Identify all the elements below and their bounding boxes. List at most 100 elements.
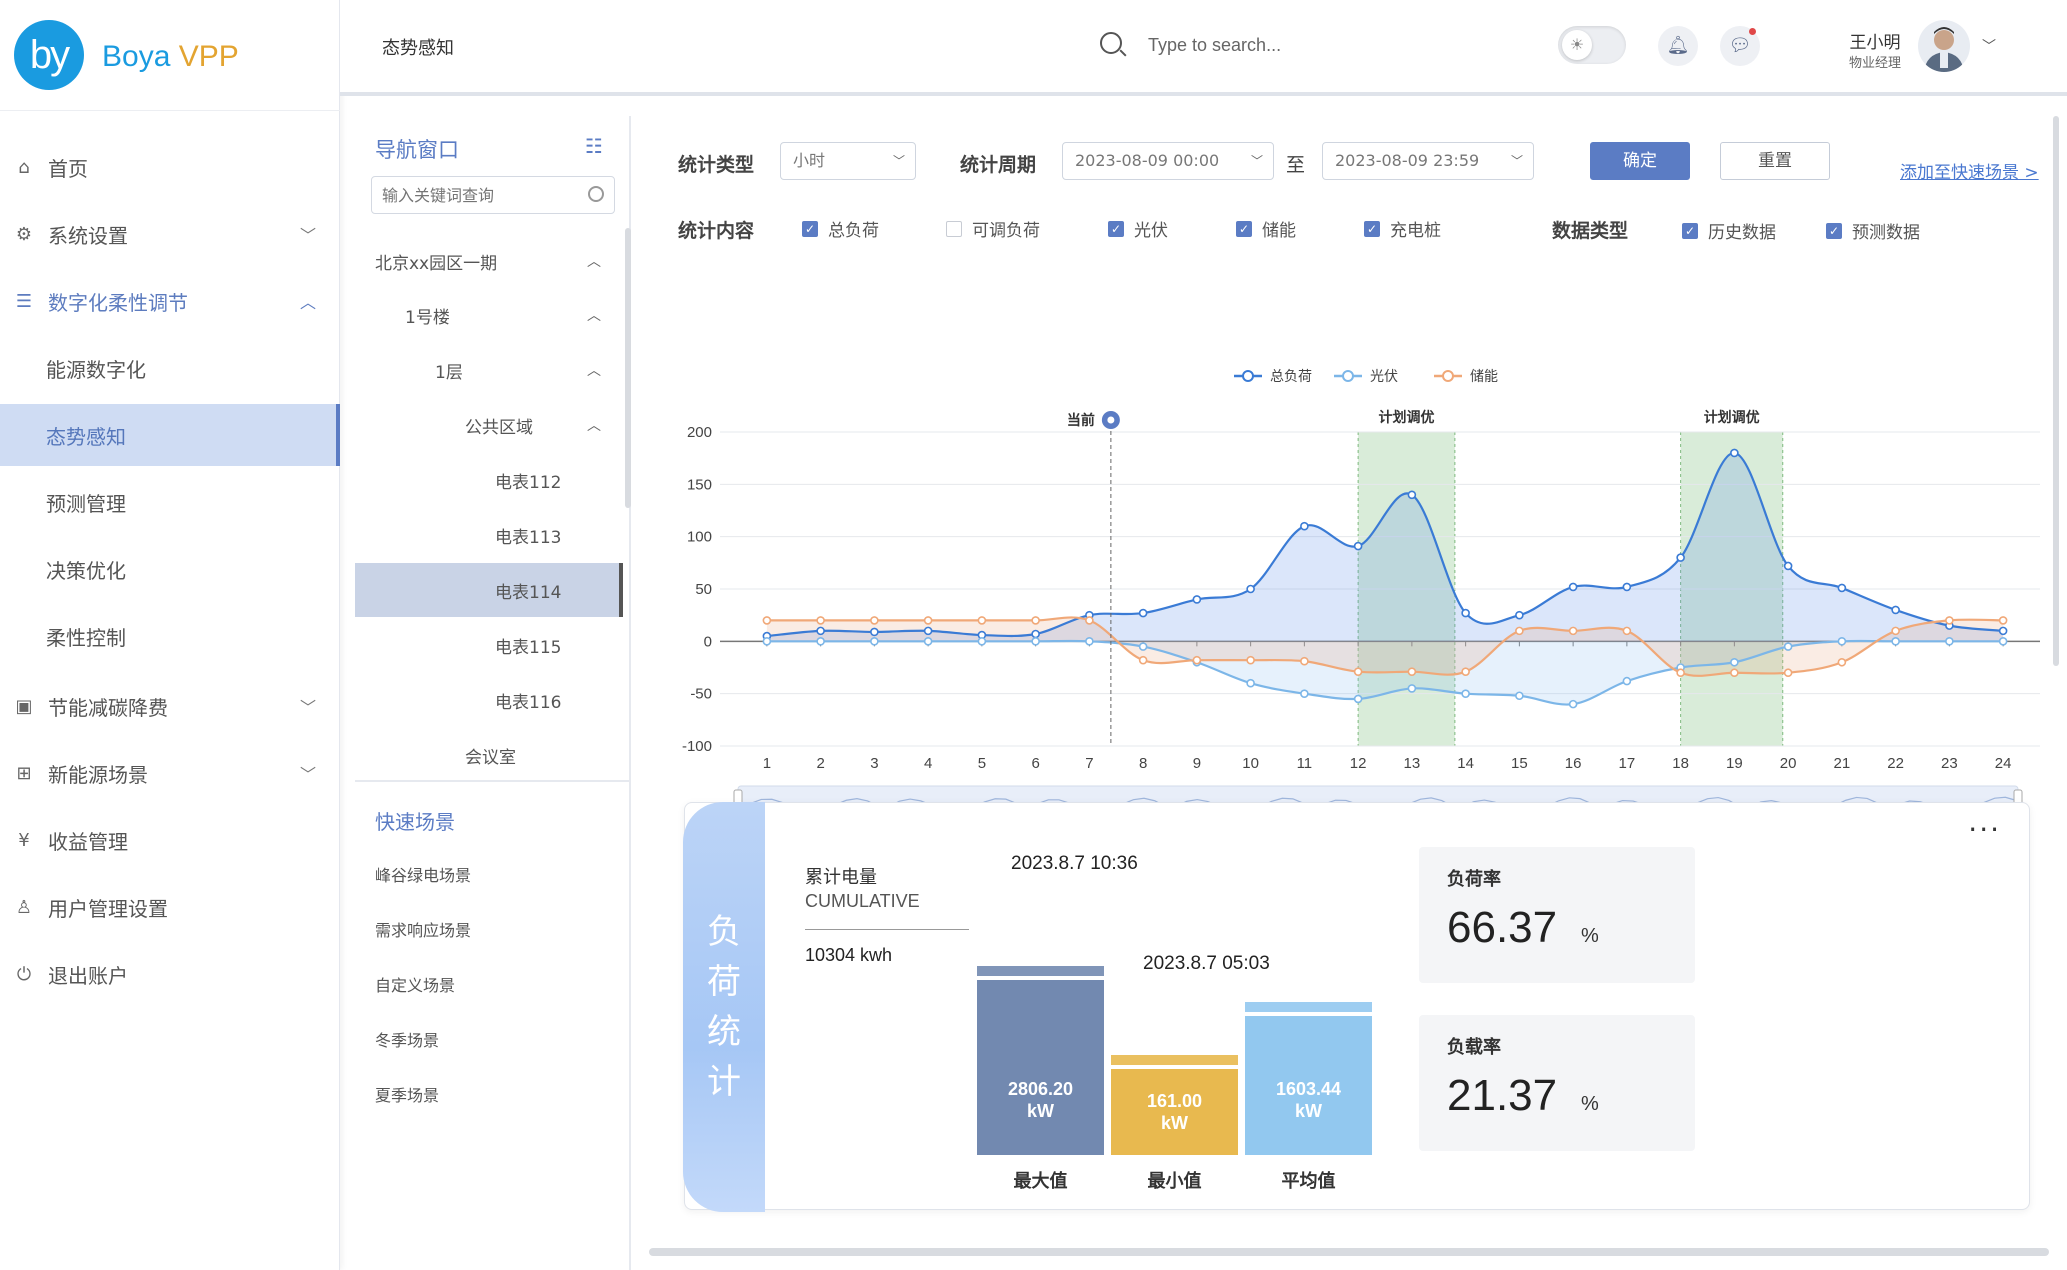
data-point <box>1568 626 1578 636</box>
sidebar-item-revenue[interactable]: ¥ 收益管理 <box>0 809 340 871</box>
unread-dot <box>1749 28 1756 35</box>
tree-node-meter-112[interactable]: 电表112 <box>355 453 623 507</box>
chevron-down-icon: ﹀ <box>299 698 316 717</box>
data-point <box>870 616 879 625</box>
data-point <box>762 637 772 646</box>
sidebar-item-logout[interactable]: ⏻ 退出账户 <box>0 943 340 1005</box>
bar-label: 平均值 <box>1281 1171 1336 1192</box>
data-point <box>1622 626 1632 636</box>
checkbox-forecast-data[interactable]: ✓ 预测数据 <box>1826 218 1920 243</box>
legend-marker <box>1442 370 1454 382</box>
checkbox-history-data[interactable]: ✓ 历史数据 <box>1682 218 1776 243</box>
brand-name: Boya VPP <box>102 40 239 73</box>
search-icon[interactable] <box>1100 32 1122 54</box>
checkbox-total-load[interactable]: ✓ 总负荷 <box>802 216 879 241</box>
current-label: 当前 <box>1067 412 1095 428</box>
load-stats-card: 负荷统计 ··· 累计电量 CUMULATIVE 10304 kwh 2023.… <box>683 802 2030 1212</box>
data-point <box>1730 668 1739 678</box>
tree-search-field[interactable] <box>371 176 615 214</box>
data-point <box>1783 561 1793 571</box>
horizontal-scrollbar[interactable] <box>649 1248 2049 1256</box>
sidebar-item-digital-flex[interactable]: ☰ 数字化柔性调节 ︿ <box>0 270 340 332</box>
tree-node-meter-116[interactable]: 电表116 <box>355 673 623 727</box>
main-scrollbar[interactable] <box>2053 116 2059 666</box>
quick-scene-item[interactable]: 需求响应场景 <box>375 917 471 941</box>
chevron-down-icon: ﹀ <box>892 154 905 168</box>
x-tick-label: 16 <box>1565 755 1582 772</box>
data-point <box>1622 676 1632 686</box>
power-icon: ⏻ <box>16 963 32 985</box>
data-point <box>1891 637 1900 646</box>
sidebar-item-flex-control[interactable]: 柔性控制 <box>0 605 340 667</box>
tree-node-meter-114[interactable]: 电表114 <box>355 563 623 617</box>
sidebar-item-home[interactable]: ⌂ 首页 <box>0 136 340 198</box>
legend-marker <box>1342 370 1354 382</box>
tree-search-input[interactable] <box>372 177 572 213</box>
reset-button[interactable]: 重置 <box>1720 142 1830 180</box>
y-tick-label: -50 <box>690 686 712 703</box>
x-tick-label: 1 <box>763 755 771 772</box>
quick-scene-item[interactable]: 峰谷绿电场景 <box>375 862 471 886</box>
plan-band-label: 计划调优 <box>1704 409 1760 425</box>
sidebar-item-system-settings[interactable]: ⚙ 系统设置 ﹀ <box>0 203 340 265</box>
sidebar-item-situation-awareness[interactable]: 态势感知 <box>0 404 340 466</box>
sidebar-item-new-energy[interactable]: ⊞ 新能源场景 ﹀ <box>0 742 340 804</box>
sidebar-item-forecast[interactable]: 预测管理 <box>0 471 340 533</box>
search-input[interactable]: Type to search... <box>1148 35 1281 56</box>
x-tick-label: 19 <box>1726 755 1743 772</box>
data-type-label: 数据类型 <box>1552 220 1629 242</box>
avatar[interactable] <box>1918 20 1970 72</box>
nav-window-title: 导航窗口 <box>375 138 459 162</box>
tree-node-floor[interactable]: 1层 ︿ <box>355 343 623 397</box>
quick-scene-item[interactable]: 夏季场景 <box>375 1082 439 1106</box>
tree-node-building[interactable]: 1号楼 ︿ <box>355 288 623 342</box>
bar-cap <box>977 966 1104 976</box>
checkbox-adjustable-load[interactable]: 可调负荷 <box>946 216 1040 241</box>
tree-scrollbar[interactable] <box>625 228 631 508</box>
load-chart[interactable]: 计划调优 计划调优200150100500-50-1001 2 3 4 5 6 7 8 9 10 11… <box>634 256 2054 856</box>
x-tick-label: 7 <box>1085 755 1093 772</box>
sidebar-item-energy-digital[interactable]: 能源数字化 <box>0 337 340 399</box>
notification-button[interactable]: 🔔︎ <box>1658 26 1698 66</box>
sidebar-item-decision[interactable]: 决策优化 <box>0 538 340 600</box>
tree-node-meter-115[interactable]: 电表115 <box>355 618 623 672</box>
main-content: 统计类型 小时 ﹀ 统计周期 2023-08-09 00:00 ﹀ 至 2023-0… <box>634 96 2067 1270</box>
theme-toggle[interactable]: ☀ <box>1558 26 1626 64</box>
x-tick-label: 17 <box>1619 755 1636 772</box>
quick-scene-item[interactable]: 自定义场景 <box>375 972 455 996</box>
quick-scene-item[interactable]: 冬季场景 <box>375 1027 439 1051</box>
chevron-down-icon: ﹀ <box>299 226 316 245</box>
cumulative-title: 累计电量 <box>805 867 877 888</box>
more-icon[interactable]: ··· <box>1968 813 2001 846</box>
tree-node-park[interactable]: 北京xx园区一期 ︿ <box>355 234 623 288</box>
x-tick-label: 20 <box>1780 755 1797 772</box>
collapse-icon[interactable]: ☷ <box>585 134 603 158</box>
message-button[interactable]: 💬︎ <box>1720 26 1760 66</box>
period-end-select[interactable]: 2023-08-09 23:59 ﹀ <box>1322 142 1534 180</box>
bar-cap <box>1245 1002 1372 1012</box>
data-point <box>1783 668 1793 678</box>
data-point <box>1998 637 2008 646</box>
checkbox-storage[interactable]: ✓ 储能 <box>1236 216 1296 241</box>
tree-node-meeting-room[interactable]: 会议室 <box>355 728 623 782</box>
sidebar-item-energy-saving[interactable]: ▣ 节能减碳降费 ﹀ <box>0 675 340 737</box>
period-start-select[interactable]: 2023-08-09 00:00 ﹀ <box>1062 142 1274 180</box>
gear-icon: ⚙ <box>15 223 33 245</box>
checkbox-charging-pile[interactable]: ✓ 充电桩 <box>1364 216 1441 241</box>
current-marker-dot <box>1107 416 1115 424</box>
cumulative-subtitle: CUMULATIVE <box>805 891 920 911</box>
data-point <box>1300 656 1309 666</box>
tree-node-meter-113[interactable]: 电表113 <box>355 508 623 562</box>
checkbox-pv[interactable]: ✓ 光伏 <box>1108 216 1168 241</box>
data-point <box>1192 655 1202 665</box>
add-quick-scene-link[interactable]: 添加至快速场景 > <box>1900 158 2039 183</box>
stat-type-select[interactable]: 小时 ﹀ <box>780 142 916 180</box>
sliders-icon: ☰ <box>15 290 33 312</box>
confirm-button[interactable]: 确定 <box>1590 142 1690 180</box>
sidebar-item-user-settings[interactable]: ♙ 用户管理设置 <box>0 876 340 938</box>
data-point <box>1676 553 1685 562</box>
chevron-down-icon[interactable]: ﹀ <box>1982 36 1996 56</box>
calendar-icon: ▣ <box>15 695 33 717</box>
plan-band-label: 计划调优 <box>1379 409 1435 425</box>
tree-node-public-area[interactable]: 公共区域 ︿ <box>355 398 623 452</box>
